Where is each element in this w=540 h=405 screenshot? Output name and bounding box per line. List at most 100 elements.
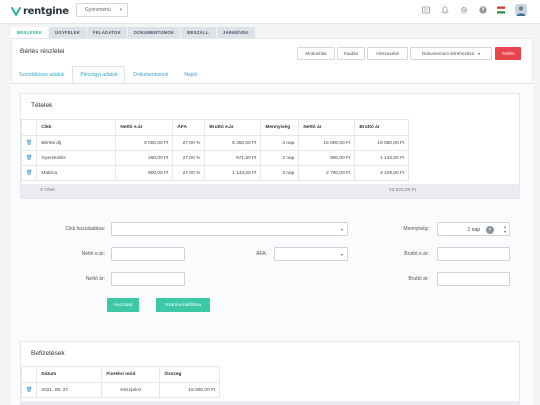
col-gross-price: Bruttó ár bbox=[354, 119, 410, 136]
gear-icon[interactable] bbox=[459, 5, 469, 15]
net-unit-label: Nettó e.ár: bbox=[81, 251, 105, 257]
cell-gross-price: 19 050,00 Ft bbox=[354, 135, 410, 151]
create-document-dropdown[interactable]: Dokumentum létrehozása ▾ bbox=[410, 47, 492, 60]
cell-net-unit: 900,00 Ft bbox=[115, 165, 174, 181]
items-total: 23 622,00 Ft bbox=[389, 188, 416, 193]
col-date: Dátum bbox=[36, 366, 103, 383]
quick-menu-dropdown[interactable]: Gyorsmenü ▾ bbox=[76, 3, 128, 17]
gross-price-label: Bruttó ár: bbox=[408, 276, 429, 282]
cell-gross-price: 1 143,00 Ft bbox=[354, 150, 410, 166]
cell-net-unit: 450,00 Ft bbox=[115, 150, 174, 166]
logo-mark-icon bbox=[11, 7, 21, 16]
items-panel: Tételek Cikk Nettó e.ár ÁFA Bruttó e.ár … bbox=[20, 93, 520, 199]
cell-payment-method: Készpénz bbox=[101, 382, 161, 398]
vat-label: ÁFA: bbox=[256, 251, 267, 257]
col-vat: ÁFA bbox=[172, 119, 206, 136]
issue-invoice-button[interactable]: Számla kiállítása bbox=[156, 298, 210, 312]
col-actions bbox=[20, 366, 38, 383]
item-select[interactable]: ▾ bbox=[111, 222, 348, 236]
chevron-down-icon: ▾ bbox=[340, 227, 343, 232]
cell-amount: 15 000,00 Ft bbox=[159, 382, 221, 398]
table-header-row: Dátum Fizetési mód Összeg bbox=[20, 366, 221, 383]
cell-quantity: 2 nap bbox=[260, 150, 300, 166]
tab-contract-data[interactable]: Szerződéses adatok bbox=[11, 66, 72, 83]
table-row: 🗑 Gyerekülés 450,00 Ft 27,00 % 571,50 Ft… bbox=[20, 150, 410, 166]
tab-rentals[interactable]: BÉRLÉSEK bbox=[11, 27, 48, 38]
cell-item: Bérleti díj bbox=[36, 135, 117, 151]
payments-panel: Befizetések Dátum Fizetési mód Összeg 🗑 … bbox=[20, 341, 520, 405]
cell-item: Matrica bbox=[36, 165, 117, 181]
net-price-label: Nettó ár: bbox=[85, 276, 105, 282]
item-add-label: Cikk hozzáadása: bbox=[65, 226, 105, 232]
edit-button[interactable]: Módosítás bbox=[297, 47, 335, 60]
tab-customers[interactable]: ÜGYFELEK bbox=[49, 27, 86, 38]
svg-text:?: ? bbox=[482, 8, 485, 14]
tab-documents[interactable]: DOKUMENTUMOK bbox=[127, 27, 181, 38]
quick-menu-label: Gyorsmenü bbox=[85, 7, 111, 13]
col-quantity: Mennyiség bbox=[260, 119, 300, 136]
add-item-button[interactable]: Hozzáad bbox=[107, 298, 139, 312]
net-price-input[interactable] bbox=[111, 272, 185, 286]
issue-button[interactable]: Kiadás bbox=[337, 47, 365, 60]
col-actions bbox=[20, 119, 38, 136]
payments-table: Dátum Fizetési mód Összeg 🗑 2021. 09. 27… bbox=[20, 366, 221, 398]
stepper-arrows-icon[interactable]: ▴ ▾ bbox=[504, 224, 506, 234]
main-nav: BÉRLÉSEK ÜGYFELEK FELADATOK DOKUMENTUMOK… bbox=[11, 27, 255, 38]
tab-suppliers[interactable]: BESZÁLL. bbox=[181, 27, 216, 38]
avatar[interactable] bbox=[515, 4, 527, 16]
col-net-price: Nettó ár bbox=[298, 119, 356, 136]
payments-title: Befizetések bbox=[31, 350, 65, 357]
items-count: 3 Tétel bbox=[40, 188, 55, 193]
delete-button[interactable]: Törlés bbox=[495, 47, 521, 60]
sub-tabs: Szerződéses adatok Pénzügyi adatok Dokum… bbox=[11, 66, 205, 83]
payments-summary-row bbox=[21, 401, 519, 405]
items-title: Tételek bbox=[31, 102, 53, 109]
trash-icon[interactable]: 🗑 bbox=[20, 382, 38, 398]
chevron-down-icon: ▾ bbox=[119, 7, 122, 13]
chevron-down-icon: ▾ bbox=[340, 252, 343, 257]
items-table: Cikk Nettó e.ár ÁFA Bruttó e.ár Mennyisé… bbox=[20, 119, 410, 181]
cell-vat: 27,00 % bbox=[172, 135, 206, 151]
cell-net-price: 2 700,00 Ft bbox=[298, 165, 356, 181]
trash-icon[interactable]: 🗑 bbox=[20, 150, 38, 166]
trash-icon[interactable]: 🗑 bbox=[20, 135, 38, 151]
cell-vat: 27,00 % bbox=[172, 165, 206, 181]
items-summary-row: 3 Tétel 23 622,00 Ft bbox=[21, 184, 519, 198]
tab-tasks[interactable]: FELADATOK bbox=[87, 27, 127, 38]
col-amount: Összeg bbox=[159, 366, 221, 383]
trash-icon[interactable]: 🗑 bbox=[20, 165, 38, 181]
cell-item: Gyerekülés bbox=[36, 150, 117, 166]
tab-financial-data[interactable]: Pénzügyi adatok bbox=[72, 66, 126, 83]
tab-log[interactable]: Napló bbox=[176, 66, 205, 83]
id-card-icon[interactable] bbox=[421, 5, 431, 15]
table-row: 🗑 Bérleti díj 5 000,00 Ft 27,00 % 6 350,… bbox=[20, 135, 410, 151]
hungarian-flag-icon[interactable] bbox=[496, 5, 506, 15]
cell-gross-unit: 571,50 Ft bbox=[204, 150, 262, 166]
quantity-stepper[interactable]: 1 nap × ▴ ▾ bbox=[437, 222, 510, 236]
tab-documents-sub[interactable]: Dokumentumok bbox=[125, 66, 176, 83]
logo[interactable]: rentgine bbox=[11, 4, 69, 18]
quantity-label: Mennyiség: bbox=[403, 226, 429, 232]
col-payment-method: Fizetési mód bbox=[101, 366, 161, 383]
cell-vat: 27,00 % bbox=[172, 150, 206, 166]
net-unit-input[interactable] bbox=[111, 247, 185, 261]
bell-icon[interactable] bbox=[440, 5, 450, 15]
cell-gross-unit: 1 143,00 Ft bbox=[204, 165, 262, 181]
help-icon[interactable]: ? bbox=[478, 5, 488, 15]
cell-gross-price: 3 429,00 Ft bbox=[354, 165, 410, 181]
quantity-value: 1 nap bbox=[467, 227, 480, 233]
vat-select[interactable]: ▾ bbox=[274, 247, 348, 261]
cell-date: 2021. 09. 27. bbox=[36, 382, 103, 398]
table-row: 🗑 2021. 09. 27. Készpénz 15 000,00 Ft bbox=[20, 382, 221, 398]
gross-price-input[interactable] bbox=[437, 272, 510, 286]
clear-icon[interactable]: × bbox=[486, 226, 494, 234]
cell-gross-unit: 6 350,00 Ft bbox=[204, 135, 262, 151]
tab-vehicles[interactable]: JÁRMŰVEK bbox=[216, 27, 255, 38]
col-item: Cikk bbox=[36, 119, 117, 136]
gross-unit-input[interactable] bbox=[437, 247, 510, 261]
table-header-row: Cikk Nettó e.ár ÁFA Bruttó e.ár Mennyisé… bbox=[20, 119, 410, 136]
cell-quantity: 3 nap bbox=[260, 165, 300, 181]
return-button[interactable]: Visszavétel bbox=[367, 47, 408, 60]
top-bar: rentgine Gyorsmenü ▾ ? bbox=[0, 0, 540, 24]
logo-text: rentgine bbox=[23, 5, 69, 17]
